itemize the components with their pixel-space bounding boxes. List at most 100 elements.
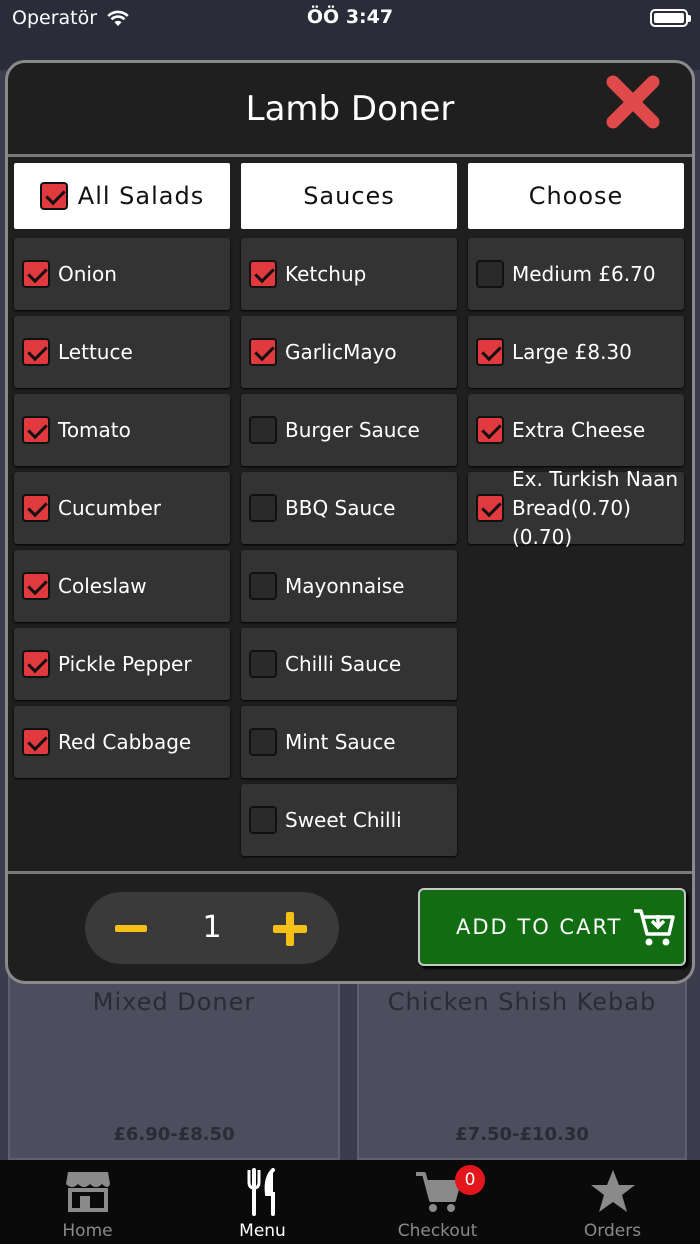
checkbox[interactable]: [476, 494, 504, 522]
salads-option[interactable]: Cucumber: [14, 472, 230, 544]
checkbox[interactable]: [249, 338, 277, 366]
tab-label: Checkout: [397, 1221, 478, 1241]
option-label: Mayonnaise: [285, 573, 405, 598]
option-label: Cucumber: [58, 495, 162, 520]
tab-label: Menu: [239, 1221, 286, 1241]
checkbox[interactable]: [476, 416, 504, 444]
checkbox[interactable]: [249, 494, 277, 522]
star-icon: [590, 1170, 635, 1212]
checkbox[interactable]: [249, 416, 277, 444]
salads-option[interactable]: Tomato: [14, 394, 230, 466]
checkbox[interactable]: [22, 260, 50, 288]
checkbox[interactable]: [476, 338, 504, 366]
tab-label: Home: [62, 1221, 113, 1241]
choose-option[interactable]: Ex. Turkish Naan Bread(0.70)(0.70): [468, 467, 684, 549]
cart-add-icon: [634, 909, 676, 946]
option-label: Lettuce: [58, 339, 133, 364]
option-label: Mint Sauce: [285, 729, 396, 754]
menu-card-chicken-shish-kebab[interactable]: Chicken Shish Kebab £7.50-£10.30: [357, 960, 687, 1160]
choose-column: Choose Medium £6.70 Large £8.30 Extra Chee…: [468, 163, 684, 550]
tab-checkout[interactable]: Checkout: [350, 1160, 525, 1244]
checkbox[interactable]: [249, 572, 277, 600]
add-to-cart-button[interactable]: ADD TO CART: [418, 888, 686, 966]
checkbox[interactable]: [476, 260, 504, 288]
option-label: Coleslaw: [58, 573, 147, 598]
option-label: Burger Sauce: [285, 417, 420, 442]
sauces-option[interactable]: BBQ Sauce: [241, 472, 457, 544]
divider: [8, 871, 692, 874]
item-options-modal: Lamb Doner All Salads Onion Lettuce Tomato…: [5, 60, 695, 984]
sauces-option[interactable]: Mayonnaise: [241, 550, 457, 622]
option-label: Large £8.30: [512, 339, 632, 364]
option-label: BBQ Sauce: [285, 495, 396, 520]
sauces-option[interactable]: GarlicMayo: [241, 316, 457, 388]
divider: [8, 154, 692, 157]
choose-option[interactable]: Extra Cheese: [468, 394, 684, 466]
fork-knife-icon: [247, 1168, 275, 1216]
sauces-option[interactable]: Chilli Sauce: [241, 628, 457, 700]
salads-option[interactable]: Red Cabbage: [14, 706, 230, 778]
checkbox[interactable]: [249, 260, 277, 288]
menu-card-mixed-doner[interactable]: Mixed Doner £6.90-£8.50: [8, 960, 340, 1160]
sauces-option[interactable]: Mint Sauce: [241, 706, 457, 778]
option-label: Sweet Chilli: [285, 807, 402, 832]
checkbox[interactable]: [39, 182, 68, 210]
add-to-cart-label: ADD TO CART: [456, 915, 623, 939]
salads-option[interactable]: Coleslaw: [14, 550, 230, 622]
option-label: Onion: [58, 261, 117, 286]
tab-label: Orders: [583, 1221, 642, 1241]
choose-option[interactable]: Large £8.30: [468, 316, 684, 388]
salads-option[interactable]: Onion: [14, 238, 230, 310]
status-bar: Operatör ÖÖ 3:47: [0, 0, 700, 40]
salads-option[interactable]: Pickle Pepper: [14, 628, 230, 700]
checkbox[interactable]: [249, 650, 277, 678]
option-label: GarlicMayo: [285, 339, 397, 364]
tab-menu[interactable]: Menu: [175, 1160, 350, 1244]
store-icon: [65, 1172, 110, 1212]
close-icon[interactable]: [604, 73, 662, 131]
option-label: Red Cabbage: [58, 729, 192, 754]
menu-card-name: Chicken Shish Kebab: [387, 988, 657, 1016]
option-label: Ex. Turkish Naan Bread(0.70)(0.70): [512, 466, 679, 549]
option-label: Tomato: [58, 417, 131, 442]
checkbox[interactable]: [22, 728, 50, 756]
checkbox[interactable]: [249, 728, 277, 756]
column-header-label: Sauces: [303, 182, 395, 210]
option-label: Extra Cheese: [512, 417, 646, 442]
column-header-label: Choose: [528, 182, 624, 210]
cart-count-badge: 0: [455, 1165, 485, 1195]
menu-card-price: £7.50-£10.30: [455, 1124, 589, 1145]
salads-option[interactable]: Lettuce: [14, 316, 230, 388]
sauces-header: Sauces: [241, 163, 457, 229]
checkbox[interactable]: [22, 494, 50, 522]
checkbox[interactable]: [22, 416, 50, 444]
salads-column: All Salads Onion Lettuce Tomato Cucumber Col…: [14, 163, 230, 784]
tab-orders[interactable]: Orders: [525, 1160, 700, 1244]
plus-icon[interactable]: [273, 912, 307, 946]
column-header-label: All Salads: [77, 182, 205, 210]
option-label: Pickle Pepper: [58, 651, 192, 676]
sauces-option[interactable]: Sweet Chilli: [241, 784, 457, 856]
battery-icon: [650, 9, 691, 27]
all-salads-toggle[interactable]: All Salads: [14, 163, 230, 229]
option-label: Medium £6.70: [512, 261, 656, 286]
checkbox[interactable]: [22, 338, 50, 366]
tab-bar: Home Menu Checkout Orders: [0, 1160, 700, 1244]
menu-card-price: £6.90-£8.50: [113, 1124, 235, 1145]
option-label: Ketchup: [285, 261, 367, 286]
checkbox[interactable]: [249, 806, 277, 834]
cart-icon: [415, 1172, 461, 1212]
checkbox[interactable]: [22, 650, 50, 678]
sauces-option[interactable]: Ketchup: [241, 238, 457, 310]
sauces-option[interactable]: Burger Sauce: [241, 394, 457, 466]
clock: ÖÖ 3:47: [306, 6, 394, 28]
checkbox[interactable]: [22, 572, 50, 600]
sauces-column: Sauces Ketchup GarlicMayo Burger Sauce BBQ …: [241, 163, 457, 862]
choose-option[interactable]: Medium £6.70: [468, 238, 684, 310]
quantity-stepper: 1: [85, 892, 339, 964]
tab-home[interactable]: Home: [0, 1160, 175, 1244]
menu-card-name: Mixed Doner: [92, 988, 256, 1016]
modal-title: Lamb Doner: [245, 89, 455, 129]
choose-header: Choose: [468, 163, 684, 229]
option-label: Chilli Sauce: [285, 651, 402, 676]
